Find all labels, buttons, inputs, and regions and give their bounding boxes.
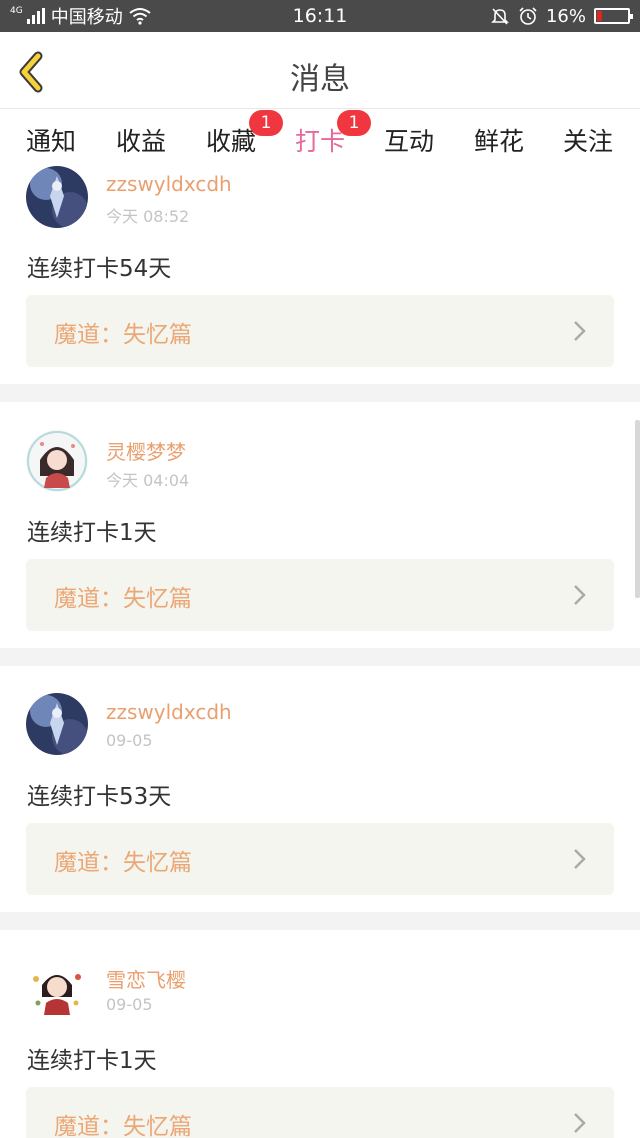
message-text: 连续打卡53天 <box>27 784 172 810</box>
message-time: 09-05 <box>106 995 153 1014</box>
list-item: 灵樱梦梦 今天 04:04 连续打卡1天 魔道：失忆篇 <box>0 402 640 648</box>
tab-label: 鲜花 <box>473 127 524 156</box>
book-title: 魔道：失忆篇 <box>54 1114 192 1138</box>
battery-percent: 16% <box>545 5 586 27</box>
tab-earnings[interactable]: 收益 <box>101 122 181 158</box>
divider <box>0 912 640 930</box>
list-item: zzswyldxcdh 今天 08:52 连续打卡54天 魔道：失忆篇 <box>0 164 640 384</box>
tab-label: 收藏 <box>205 127 256 156</box>
book-title: 魔道：失忆篇 <box>54 586 192 612</box>
chevron-right-icon <box>574 849 586 869</box>
scrollbar[interactable] <box>635 420 640 598</box>
avatar-girl-image <box>26 430 88 492</box>
alarm-icon <box>519 7 537 25</box>
tab-label: 关注 <box>562 127 613 156</box>
book-title: 魔道：失忆篇 <box>54 850 192 876</box>
message-time: 09-05 <box>106 731 153 750</box>
title-bar: 消息 <box>0 32 640 109</box>
tab-checkin[interactable]: 打卡 1 <box>280 110 371 168</box>
divider <box>0 384 640 402</box>
message-text: 连续打卡1天 <box>27 1048 157 1074</box>
avatar-blue-image <box>26 693 88 755</box>
avatar[interactable] <box>26 166 88 228</box>
message-text: 连续打卡54天 <box>27 256 172 282</box>
status-bar: 4G 中国移动 16:11 16% <box>0 0 640 32</box>
book-title: 魔道：失忆篇 <box>54 322 192 348</box>
chevron-right-icon <box>574 1113 586 1133</box>
avatar[interactable] <box>26 957 88 1019</box>
message-list[interactable]: zzswyldxcdh 今天 08:52 连续打卡54天 魔道：失忆篇 灵樱梦梦… <box>0 164 640 1138</box>
book-link[interactable]: 魔道：失忆篇 <box>26 1087 614 1138</box>
tab-bar: 通知 收益 收藏 1 打卡 1 互动 鲜花 关注 <box>0 110 640 168</box>
tab-label: 收益 <box>115 127 166 156</box>
tab-flowers[interactable]: 鲜花 <box>459 122 539 158</box>
avatar-chibi-image <box>26 957 88 1019</box>
tab-label: 打卡 <box>294 127 345 156</box>
avatar[interactable] <box>26 693 88 755</box>
mute-bell-icon <box>491 8 509 25</box>
username[interactable]: 雪恋飞樱 <box>106 964 186 993</box>
username[interactable]: zzswyldxcdh <box>106 700 232 724</box>
divider <box>0 648 640 666</box>
username[interactable]: 灵樱梦梦 <box>106 436 186 465</box>
tab-notice[interactable]: 通知 <box>11 122 91 158</box>
tab-follow[interactable]: 关注 <box>548 122 628 158</box>
avatar-blue-image <box>26 166 88 228</box>
chevron-right-icon <box>574 321 586 341</box>
book-link[interactable]: 魔道：失忆篇 <box>26 295 614 367</box>
chevron-right-icon <box>574 585 586 605</box>
tab-favorites[interactable]: 收藏 1 <box>191 110 283 158</box>
username[interactable]: zzswyldxcdh <box>106 172 232 196</box>
avatar[interactable] <box>26 430 88 492</box>
unread-badge: 1 <box>249 110 283 136</box>
status-right: 16% <box>490 4 633 28</box>
list-item: 雪恋飞樱 09-05 连续打卡1天 魔道：失忆篇 <box>0 930 640 1138</box>
page-title: 消息 <box>290 62 350 97</box>
book-link[interactable]: 魔道：失忆篇 <box>26 559 614 631</box>
tab-interaction[interactable]: 互动 <box>369 122 449 158</box>
message-text: 连续打卡1天 <box>27 520 157 546</box>
message-time: 今天 08:52 <box>106 207 190 226</box>
battery-level <box>597 11 602 21</box>
unread-badge: 1 <box>337 110 371 136</box>
tab-label: 通知 <box>25 127 76 156</box>
tab-label: 互动 <box>383 127 434 156</box>
book-link[interactable]: 魔道：失忆篇 <box>26 823 614 895</box>
message-time: 今天 04:04 <box>106 471 190 490</box>
battery-icon <box>594 8 633 24</box>
list-item: zzswyldxcdh 09-05 连续打卡53天 魔道：失忆篇 <box>0 666 640 912</box>
